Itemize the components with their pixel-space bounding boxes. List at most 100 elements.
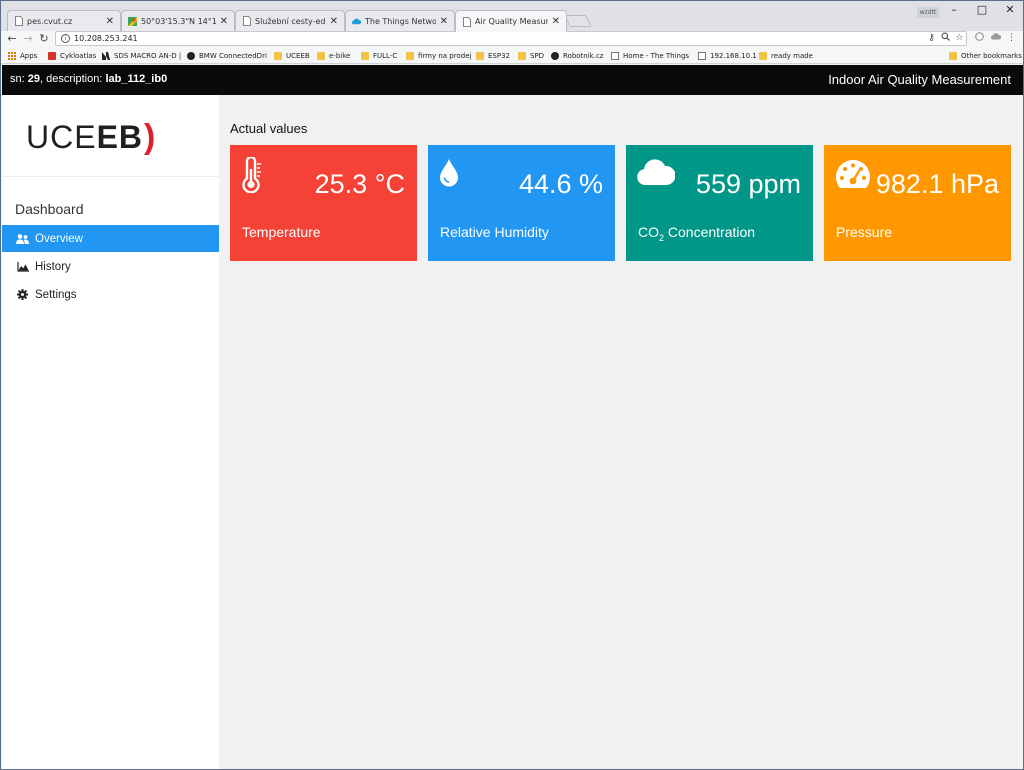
co2-label-pre: CO [638,224,659,240]
extension-cloud-icon[interactable] [989,32,1002,45]
bookmark-cykloatlas[interactable]: Cykloatlas [48,50,96,61]
ttn-cloud-icon [352,16,361,27]
bookmark-firmy[interactable]: firmy na prodej [406,50,471,61]
bookmark-label: 192.168.10.1 [710,51,757,60]
bookmark-label: e-bike [329,51,351,60]
tab-strip: pes.cvut.cz ✕ 50°03'15.3"N 14°17'20.7" ✕… [1,1,1023,32]
sn-value: 29 [27,73,40,85]
cloud-icon [637,159,676,190]
tab-title: pes.cvut.cz [27,16,73,26]
reload-icon[interactable]: ↻ [37,32,51,46]
tab-title: 50°03'15.3"N 14°17'20.7" [141,16,216,26]
humidity-label: Relative Humidity [440,224,549,240]
maximize-button[interactable]: □ [967,1,997,19]
uceeb-logo[interactable]: UCE EB) [26,117,156,157]
bookmark-full-c[interactable]: FULL-C [361,50,397,61]
sn-label: sn: [10,73,25,85]
menu-icon[interactable]: ⋮ [1005,32,1018,45]
close-icon[interactable]: ✕ [330,16,338,27]
robotnik-icon [551,51,559,60]
bookmark-label: SDS MACRO AN-D | [114,51,182,60]
pressure-card: 982.1 hPa Pressure [824,145,1011,261]
folder-icon [518,51,526,60]
cykloatlas-icon [48,51,56,60]
tab-maps[interactable]: 50°03'15.3"N 14°17'20.7" ✕ [121,10,235,31]
bookmark-ready-made[interactable]: ready made [759,50,813,61]
sidebar-item-overview[interactable]: Overview [2,225,219,252]
description-label: , description: [40,73,103,85]
bookmark-apps[interactable]: Apps [8,50,37,61]
close-icon[interactable]: ✕ [106,16,114,27]
tab-ttn[interactable]: The Things Network Con ✕ [345,10,455,31]
sidebar-item-history[interactable]: History [2,253,219,280]
minimize-button[interactable]: – [939,1,969,19]
address-bar[interactable]: i 10.208.253.241 [55,31,967,46]
temperature-label: Temperature [242,224,321,240]
humidity-card: 44.6 % Relative Humidity [428,145,615,261]
page-icon [698,51,706,60]
folder-icon [476,51,484,60]
forward-arrow-icon[interactable]: → [21,32,35,46]
tab-pes-cvut[interactable]: pes.cvut.cz ✕ [7,10,121,31]
bookmark-label: BMW ConnectedDri [199,51,267,60]
folder-icon [317,51,325,60]
tab-air-quality[interactable]: Air Quality Measurement ✕ [455,10,567,32]
bookmark-bmw[interactable]: BMW ConnectedDri [187,50,267,61]
bookmark-label: Robotnik.cz [563,51,604,60]
bookmark-uceeb[interactable]: UCEEB [274,50,310,61]
folder-icon [274,51,282,60]
key-icon[interactable]: ⚷ [925,32,938,45]
area-chart-icon [16,260,29,273]
page-icon [242,16,251,27]
url-text: 10.208.253.241 [74,34,138,43]
bookmark-esp32[interactable]: ESP32 [476,50,510,61]
bookmark-e-bike[interactable]: e-bike [317,50,350,61]
bookmark-things-home[interactable]: Home - The Things [611,50,689,61]
sidebar-item-label: History [35,260,71,273]
info-icon[interactable]: i [61,34,70,43]
temperature-value: 25.3 °C [314,169,405,199]
gear-icon [16,288,29,301]
logo-arc: ) [144,117,157,156]
bookmark-robotnik[interactable]: Robotnik.cz [551,50,604,61]
pressure-value: 982.1 hPa [875,169,999,199]
zoom-icon[interactable] [939,32,952,45]
humidity-value: 44.6 % [518,169,603,199]
app-title: Indoor Air Quality Measurement [828,72,1011,87]
back-arrow-icon[interactable]: ← [5,32,19,46]
co2-label-post: Concentration [664,224,756,240]
browser-window: pes.cvut.cz ✕ 50°03'15.3"N 14°17'20.7" ✕… [0,0,1024,770]
close-window-button[interactable]: ✕ [995,1,1023,19]
sds-icon [102,51,110,60]
bookmark-label: Cykloatlas [60,51,97,60]
profile-chip[interactable]: wzdtt [917,7,939,18]
page-icon [14,16,23,27]
bookmark-label: ready made [771,51,813,60]
temperature-card: 25.3 °C Temperature [230,145,417,261]
bookmark-label: Apps [20,51,38,60]
close-icon[interactable]: ✕ [440,16,448,27]
pressure-label: Pressure [836,224,893,240]
page-icon [462,16,471,27]
close-icon[interactable]: ✕ [552,16,560,27]
star-icon[interactable]: ☆ [953,32,966,45]
apps-grid-icon [8,51,16,60]
bookmark-sds-macro[interactable]: SDS MACRO AN-D | [102,50,181,61]
tab-sluzebni[interactable]: Služební cesty-editace c ✕ [235,10,345,31]
bookmark-spd[interactable]: SPD [518,50,544,61]
app-header: sn: 29, description: lab_112_ib0 Indoor … [2,65,1023,95]
bookmark-192[interactable]: 192.168.10.1 [698,50,757,61]
description-value: lab_112_ib0 [105,73,168,85]
close-icon[interactable]: ✕ [220,16,228,27]
extension-icon[interactable] [973,32,986,45]
tab-title: Služební cesty-editace c [255,16,326,26]
bookmark-label: UCEEB [286,51,310,60]
new-tab-button[interactable] [564,15,592,27]
bookmark-other[interactable]: Other bookmarks [949,50,1022,61]
section-title: Actual values [230,121,308,136]
sidebar-item-settings[interactable]: Settings [2,281,219,308]
bookmark-label: ESP32 [488,51,510,60]
bookmark-label: firmy na prodej [418,51,472,60]
folder-icon [759,51,767,60]
co2-value: 559 ppm [695,169,801,199]
